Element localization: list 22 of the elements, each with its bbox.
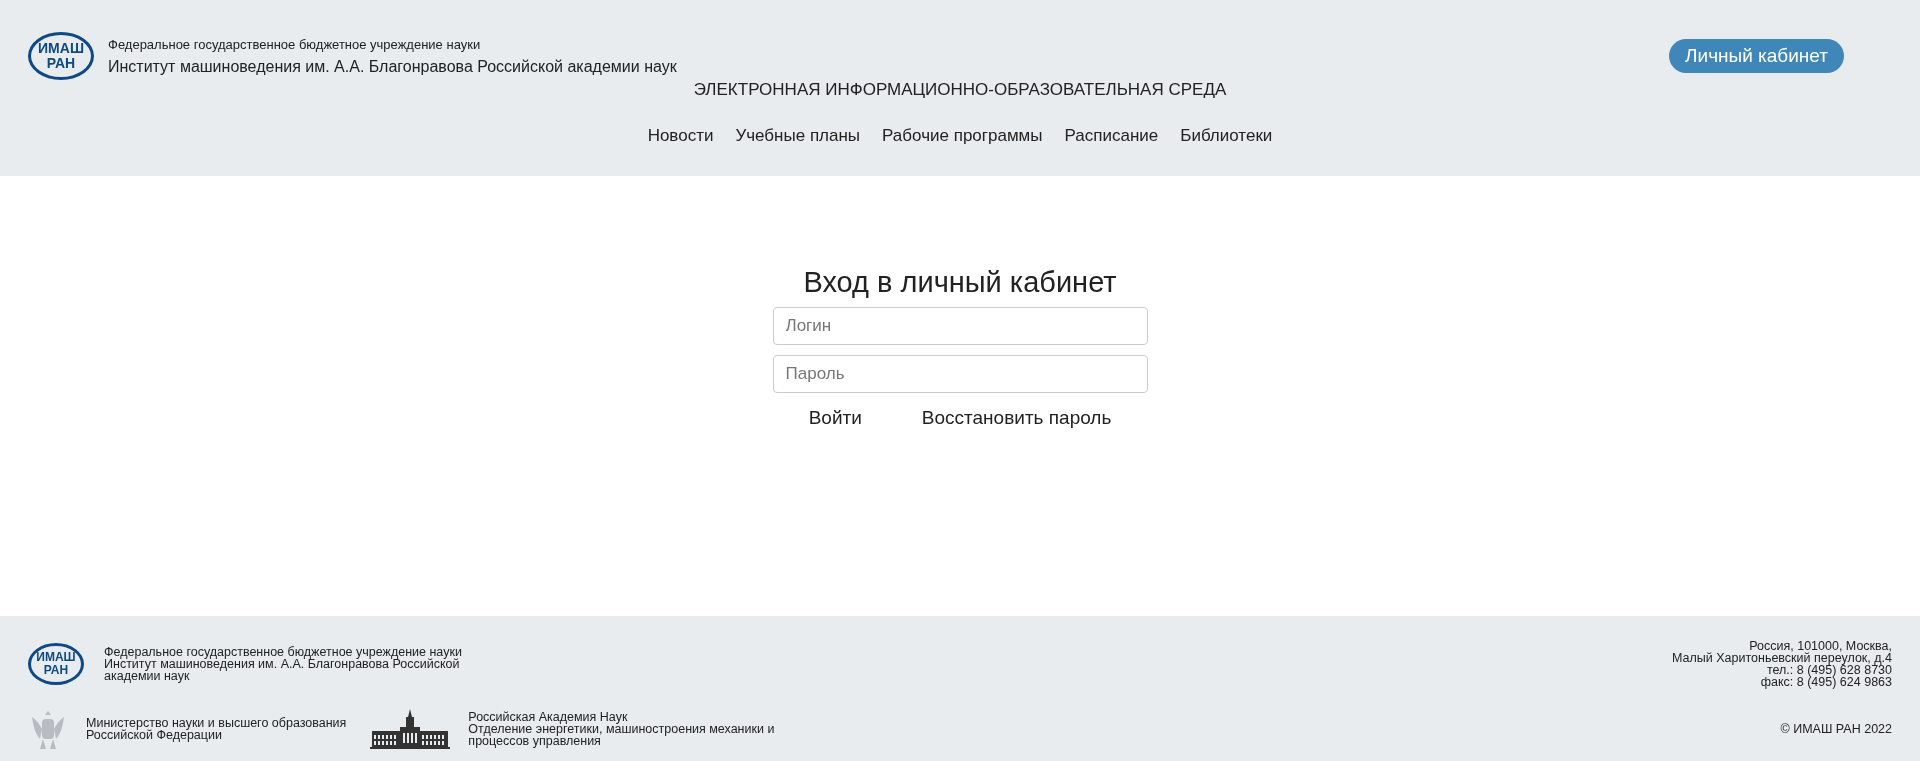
login-title: Вход в личный кабинет (803, 266, 1117, 299)
logo-icon: ИМАШ РАН (28, 32, 94, 80)
nav-link[interactable]: Учебные планы (735, 126, 861, 146)
restore-password-link[interactable]: Восстановить пароль (921, 407, 1112, 429)
ministry-text: Министерство науки и высшего образования Российской Федерации (86, 717, 347, 741)
nav-link[interactable]: Рабочие программы (882, 126, 1043, 146)
password-field[interactable]: Пароль (772, 355, 1148, 393)
logo-icon: ИМАШ РАН (28, 643, 84, 685)
cabinet-button[interactable]: Личный кабинет (1669, 39, 1844, 73)
nav-link[interactable]: Новости (647, 126, 714, 146)
nav-link[interactable]: Расписание (1064, 126, 1159, 146)
institute-text: Федеральное государственное бюджетное учреждение науки Институт машиноведения им. А.А. Благонравова Российской академии наук (104, 646, 462, 682)
copyright-text: © ИМАШ РАН 2022 (1780, 723, 1892, 735)
building-icon (370, 709, 451, 749)
nav-link[interactable]: Библиотеки (1180, 126, 1273, 146)
login-field[interactable]: Логин (772, 307, 1148, 345)
address-text: Россия, 101000, Москва, Малый Харитоньевский переулок, д.4 тел.: 8 (495) 628 8730 факс: 8 (495) 624 9863 (1672, 640, 1892, 688)
login-link[interactable]: Войти (808, 407, 862, 429)
org-type-text: Федеральное государственное бюджетное учреждение науки (108, 36, 482, 52)
site-title: ЭЛЕКТРОННАЯ ИНФОРМАЦИОННО-ОБРАЗОВАТЕЛЬНАЯ СРЕДА (692, 80, 1228, 100)
academy-text: Российская Академия Наук Отделение энергетики, машиностроения механики и процессов управления (468, 711, 775, 747)
org-name-text: Институт машиноведения им. А.А. Благонравова Российской академии наук (108, 57, 677, 76)
